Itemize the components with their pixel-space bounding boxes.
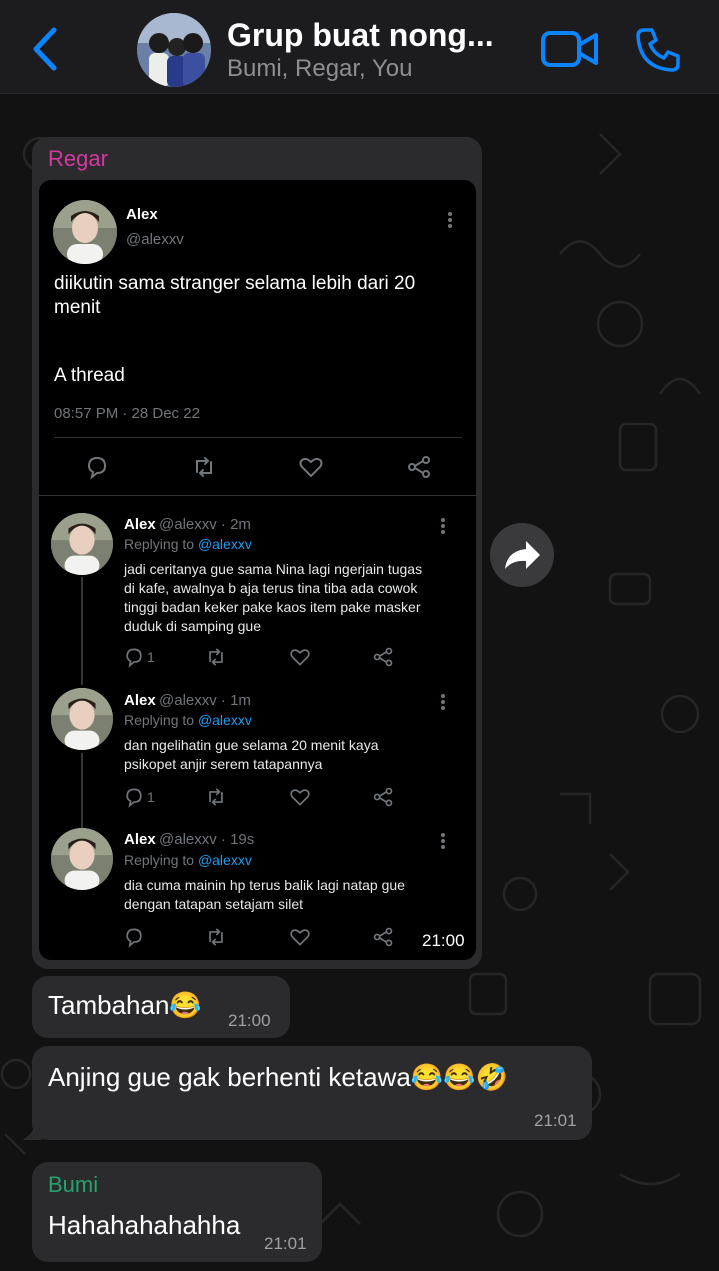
avatar-photo (51, 828, 113, 890)
message-bubble-anjing[interactable] (32, 1046, 592, 1140)
replying-to: Replying to @alexxv (124, 852, 252, 868)
replying-to-handle[interactable]: @alexxv (198, 712, 252, 728)
chat-header: Grup buat nong... Bumi, Regar, You (0, 0, 719, 94)
retweet-icon[interactable] (205, 926, 227, 948)
reply-author-name: Alex (124, 831, 156, 848)
reply-bubble-icon[interactable] (123, 786, 145, 808)
sender-name-bumi: Bumi (48, 1172, 99, 1197)
thread-connector (81, 753, 83, 828)
reply-count: 1 (147, 649, 155, 665)
tweet-date: 08:57 PM · 28 Dec 22 (54, 405, 200, 422)
retweet-icon[interactable] (205, 646, 227, 668)
forward-button[interactable] (490, 523, 554, 587)
share-icon[interactable] (406, 454, 432, 480)
tweet-thread-label: A thread (54, 365, 125, 386)
avatar-photo (51, 688, 113, 750)
reply-avatar (51, 688, 113, 750)
message-text: Hahahahahahha (48, 1210, 241, 1240)
replying-to: Replying to @alexxv (124, 536, 252, 552)
retweet-icon[interactable] (191, 454, 217, 480)
back-button[interactable] (26, 24, 66, 74)
reply-bubble-icon[interactable] (84, 454, 110, 480)
replying-to-handle[interactable]: @alexxv (198, 536, 252, 552)
thread-connector (81, 577, 83, 685)
reply-avatar (51, 828, 113, 890)
heart-icon[interactable] (298, 454, 324, 480)
reply-meta: @alexxv · 19s (159, 831, 255, 848)
group-avatar[interactable] (137, 13, 211, 87)
more-vertical-icon[interactable] (437, 831, 449, 851)
voice-call-button[interactable] (632, 24, 684, 76)
more-vertical-icon[interactable] (437, 516, 449, 536)
reply-author-name: Alex (124, 692, 156, 709)
tweet-text: diikutin sama stranger selama lebih dari… (54, 273, 416, 318)
group-members: Bumi, Regar, You (227, 55, 413, 82)
tweet-divider (54, 437, 462, 438)
share-icon[interactable] (372, 646, 394, 668)
message-time: 21:00 (228, 1011, 271, 1030)
message-text: Tambahan😂 (48, 990, 202, 1020)
message-time: 21:00 (422, 931, 465, 950)
replying-to-handle[interactable]: @alexxv (198, 852, 252, 868)
message-text: Anjing gue gak berhenti ketawa😂😂🤣 (48, 1062, 508, 1092)
replying-to: Replying to @alexxv (124, 712, 252, 728)
share-icon[interactable] (372, 926, 394, 948)
message-time: 21:01 (264, 1234, 307, 1253)
tweet-author-avatar (53, 200, 117, 264)
reply-bubble-icon[interactable] (123, 646, 145, 668)
reply-author-name: Alex (124, 516, 156, 533)
avatar-photo (51, 513, 113, 575)
video-camera-icon (541, 31, 598, 67)
forward-arrow-icon (505, 541, 540, 569)
reply-text: dia cuma mainin hp terus balik lagi nata… (124, 877, 405, 912)
sender-name-regar: Regar (48, 146, 108, 171)
tweet-author-handle: @alexxv (126, 231, 184, 248)
retweet-icon[interactable] (205, 786, 227, 808)
reply-meta: @alexxv · 2m (159, 516, 251, 533)
group-photo-image (137, 13, 211, 87)
tweet-divider-bottom (39, 495, 476, 496)
tweet-author-name: Alex (126, 206, 158, 223)
phone-icon (636, 28, 680, 72)
group-title[interactable]: Grup buat nong... (227, 17, 494, 54)
more-vertical-icon[interactable] (444, 210, 456, 230)
reply-meta: @alexxv · 1m (159, 692, 251, 709)
reply-bubble-icon[interactable] (123, 926, 145, 948)
reply-avatar (51, 513, 113, 575)
reply-text: jadi ceritanya gue sama Nina lagi ngerja… (124, 561, 423, 634)
avatar-photo (53, 200, 117, 264)
reply-count: 1 (147, 789, 155, 805)
chevron-left-icon (33, 27, 57, 71)
heart-icon[interactable] (289, 786, 311, 808)
heart-icon[interactable] (289, 926, 311, 948)
share-icon[interactable] (372, 786, 394, 808)
message-time: 21:01 (534, 1111, 577, 1130)
video-call-button[interactable] (540, 27, 600, 71)
heart-icon[interactable] (289, 646, 311, 668)
tweet-screenshot[interactable]: Alex @alexxv diikutin sama stranger sela… (39, 180, 476, 960)
more-vertical-icon[interactable] (437, 692, 449, 712)
reply-text: dan ngelihatin gue selama 20 menit kaya … (124, 737, 379, 772)
